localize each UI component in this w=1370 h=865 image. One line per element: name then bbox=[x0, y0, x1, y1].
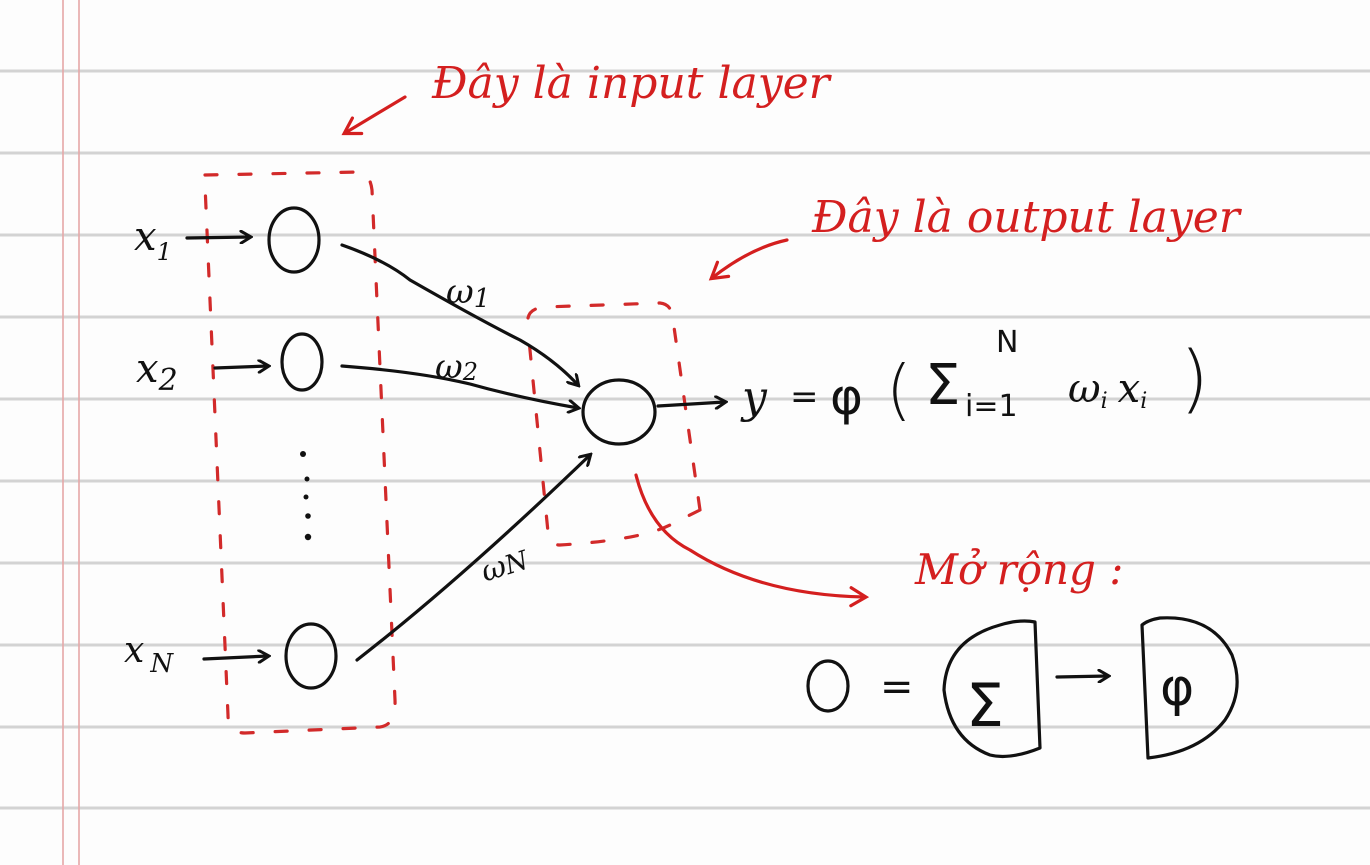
input-label-2: x2 bbox=[136, 346, 178, 398]
input-arrow-n bbox=[202, 656, 268, 659]
input-label-n: xN bbox=[124, 630, 174, 679]
weight-label-n: ωN bbox=[477, 541, 534, 589]
input-neuron-n bbox=[284, 622, 338, 690]
input-layer-pointer-arrow bbox=[341, 95, 407, 136]
input-neuron-2 bbox=[280, 332, 324, 392]
expand-pointer-arrow bbox=[634, 473, 870, 608]
neuron-expansion: = Σ φ bbox=[806, 616, 1239, 760]
output-arrow bbox=[656, 402, 725, 406]
activation-node-symbol: φ bbox=[1160, 658, 1194, 718]
weight-label-1: ω1 bbox=[446, 272, 490, 314]
output-layer-box bbox=[526, 301, 702, 547]
sum-node-symbol: Σ bbox=[966, 671, 1004, 741]
input-layer-annotation: Đây là input layer bbox=[431, 58, 833, 109]
notebook-page: x1 x2 xN ω1 ω2 ωN y = φ ( Σ N i=1 ωixi bbox=[0, 0, 1370, 865]
input-arrow-1 bbox=[185, 237, 250, 238]
formula-equals: = bbox=[790, 377, 819, 417]
ellipsis-dots bbox=[300, 451, 312, 541]
expand-annotation: Mở rộng : bbox=[914, 545, 1123, 594]
input-arrow-2 bbox=[213, 366, 268, 368]
expansion-neuron-symbol bbox=[806, 659, 850, 713]
formula-close-paren: ) bbox=[1180, 336, 1209, 422]
formula-term: ωi xi bbox=[1068, 366, 1147, 414]
output-layer-annotation: Đây là output layer bbox=[811, 192, 1243, 243]
expansion-equals: = bbox=[880, 664, 914, 710]
formula-open-paren: ( bbox=[886, 351, 912, 428]
formula-lower-limit: i=1 bbox=[965, 389, 1018, 424]
formula-sigma: Σ bbox=[925, 353, 960, 418]
formula-lhs: y bbox=[740, 372, 768, 423]
input-neuron-1 bbox=[267, 206, 321, 274]
sum-to-activation-arrow bbox=[1055, 676, 1108, 677]
input-label-1: x1 bbox=[134, 214, 172, 266]
output-layer-pointer-arrow bbox=[708, 238, 789, 281]
output-neuron bbox=[581, 378, 657, 446]
formula-activation: φ bbox=[830, 368, 863, 426]
input-neurons bbox=[267, 206, 338, 690]
weight-label-2: ω2 bbox=[435, 347, 478, 387]
formula-upper-limit: N bbox=[996, 325, 1018, 360]
output-formula: y = φ ( Σ N i=1 ωi xi ) bbox=[740, 325, 1209, 428]
margin-lines bbox=[62, 0, 80, 865]
